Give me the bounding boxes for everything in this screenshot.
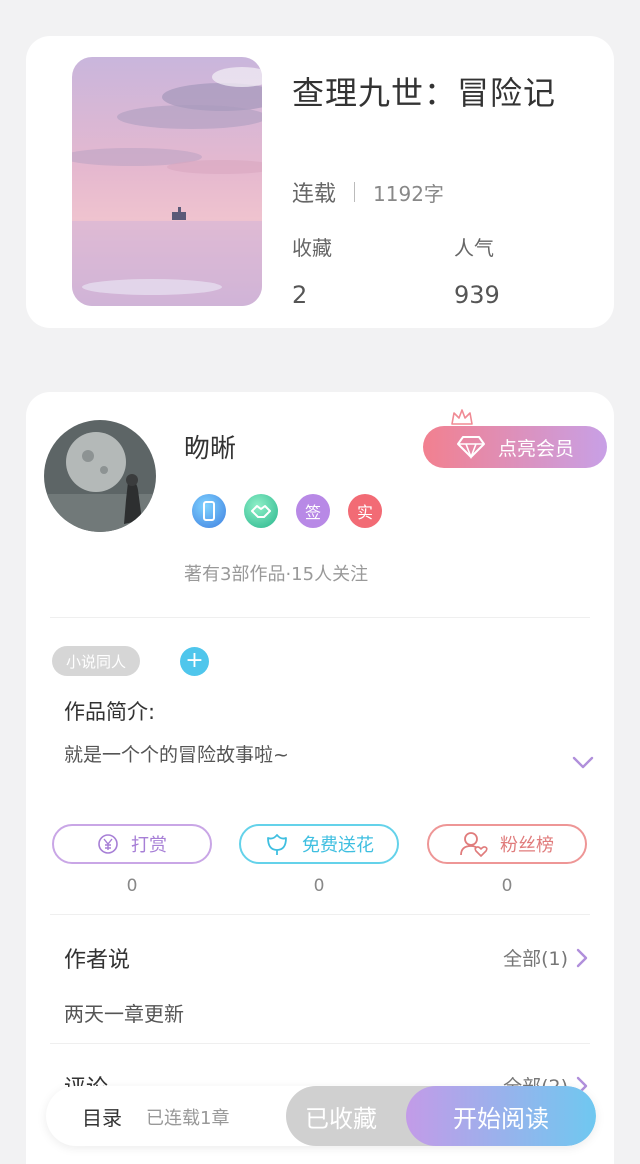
tip-button[interactable]: 打赏 — [52, 824, 212, 864]
chevron-down-icon[interactable] — [572, 756, 594, 770]
popularity-label: 人气 — [454, 236, 494, 260]
activate-vip-button[interactable]: 点亮会员 — [423, 426, 607, 468]
send-flower-label: 免费送花 — [302, 835, 374, 856]
chapter-count: 已连载1章 — [146, 1108, 230, 1129]
serial-status: 连载 — [292, 182, 337, 207]
author-says-title: 作者说 — [64, 948, 131, 973]
author-says-more-label: 全部(1) — [503, 948, 568, 970]
author-says-content: 两天一章更新 — [64, 1002, 184, 1026]
author-says-more-link[interactable]: 全部(1) — [503, 944, 588, 971]
word-count: 1192字 — [373, 181, 444, 206]
intro-title: 作品简介: — [64, 700, 156, 724]
book-status-row: 连载 1192字 — [292, 176, 444, 208]
fan-ranking-label: 粉丝榜 — [500, 835, 554, 856]
fan-heart-icon — [460, 832, 488, 857]
favorites-stat: 收藏 2 — [292, 232, 332, 309]
handshake-badge-icon[interactable] — [244, 494, 278, 528]
book-info-card: 查理九世：冒险记 连载 1192字 收藏 2 人气 939 — [26, 36, 614, 328]
crown-icon — [451, 409, 473, 425]
divider — [50, 914, 590, 915]
popularity-value: 939 — [454, 281, 500, 309]
book-detail-page: 查理九世：冒险记 连载 1192字 收藏 2 人气 939 昒晰 点亮会员 签 … — [0, 0, 640, 1164]
author-avatar[interactable] — [44, 420, 156, 532]
signed-author-badge[interactable]: 签 — [296, 494, 330, 528]
fan-ranking-button[interactable]: 粉丝榜 — [427, 824, 587, 864]
intro-text: 就是一个个的冒险故事啦~ — [64, 744, 289, 766]
start-reading-label: 开始阅读 — [453, 1104, 549, 1133]
start-reading-button[interactable]: 开始阅读 — [406, 1086, 596, 1146]
favorited-label: 已收藏 — [305, 1104, 377, 1133]
author-detail-card: 昒晰 点亮会员 签 实 著有3部作品·15人关注 小说同人 + 作品简介: 就是… — [26, 392, 614, 1164]
popularity-stat: 人气 939 — [454, 232, 500, 309]
book-cover-image[interactable] — [72, 57, 262, 306]
author-meta: 著有3部作品·15人关注 — [184, 564, 369, 585]
author-name[interactable]: 昒晰 — [184, 428, 236, 465]
phone-verified-badge-icon[interactable] — [192, 494, 226, 528]
tag-novel-fanfic[interactable]: 小说同人 — [52, 646, 141, 676]
diamond-icon — [456, 436, 485, 459]
status-divider — [354, 182, 356, 202]
flower-count: 0 — [313, 876, 325, 896]
flower-icon — [267, 834, 287, 855]
yen-coin-icon — [98, 834, 118, 854]
chevron-right-icon — [576, 948, 588, 967]
bottom-action-bar: 目录 已连载1章 已收藏 开始阅读 — [46, 1086, 596, 1146]
tip-count: 0 — [126, 876, 138, 896]
real-name-badge[interactable]: 实 — [348, 494, 382, 528]
add-tag-button[interactable]: + — [180, 647, 209, 676]
favorites-value: 2 — [292, 281, 308, 309]
divider — [50, 617, 590, 618]
author-badges: 签 实 — [192, 494, 400, 528]
vip-button-label: 点亮会员 — [497, 437, 574, 460]
book-title: 查理九世：冒险记 — [292, 74, 557, 112]
fan-count: 0 — [501, 876, 513, 896]
divider — [50, 1043, 590, 1044]
favorites-label: 收藏 — [292, 236, 332, 260]
send-flower-button[interactable]: 免费送花 — [239, 824, 399, 864]
toc-button[interactable]: 目录 — [82, 1102, 122, 1131]
tip-label: 打赏 — [131, 835, 167, 856]
